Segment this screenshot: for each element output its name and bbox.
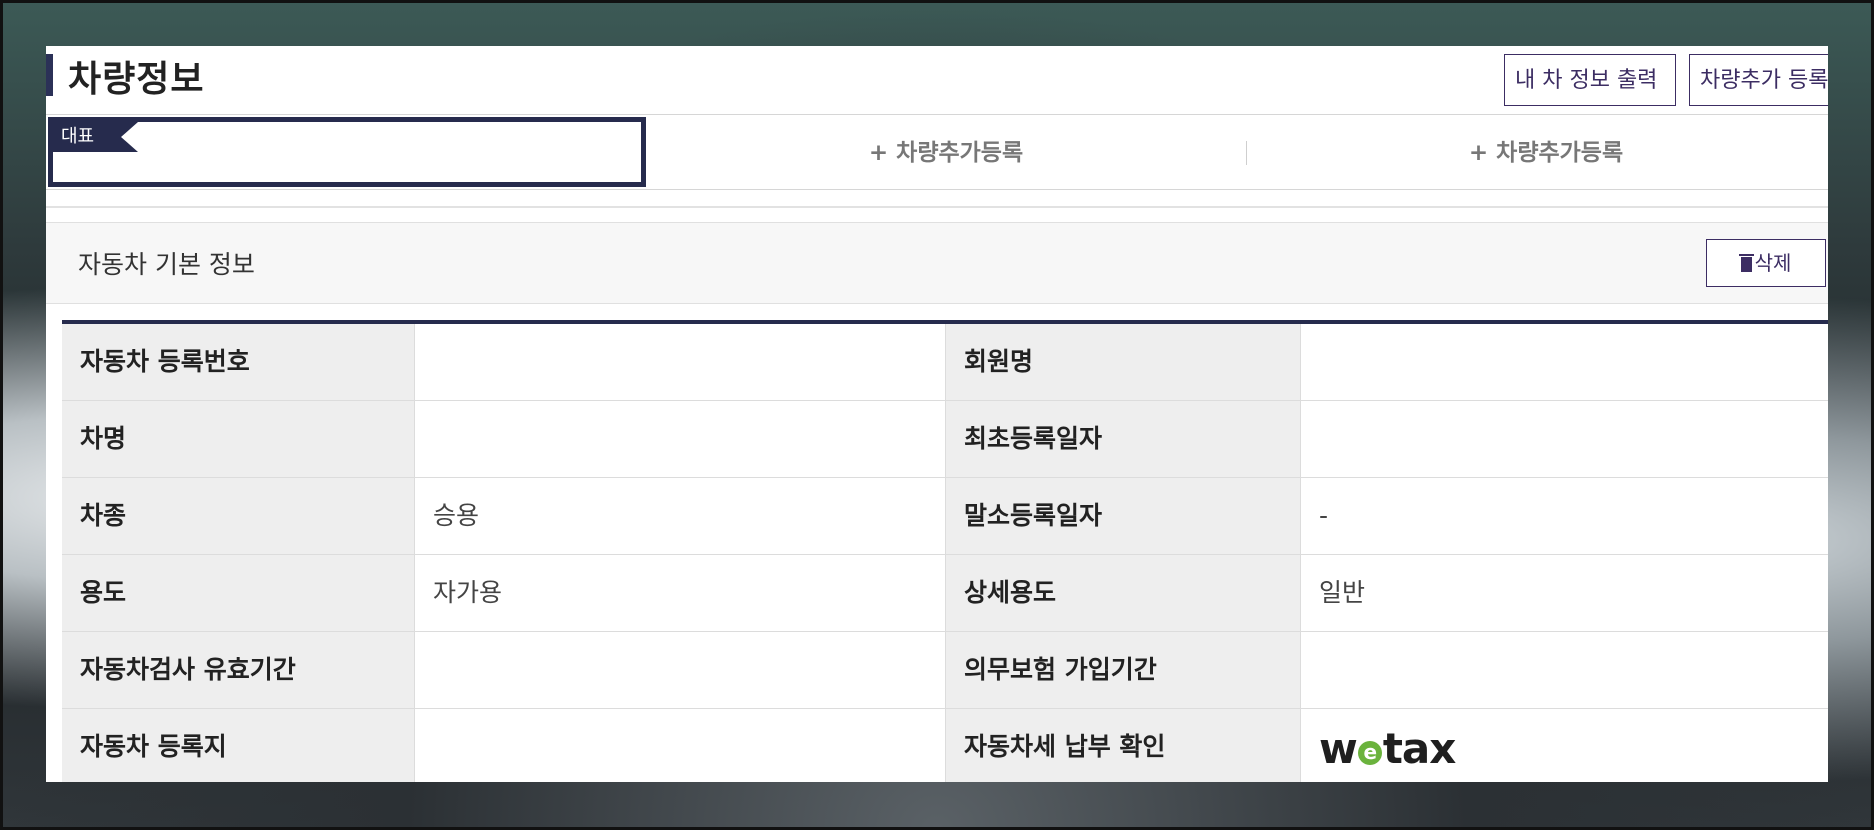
value-detailed-usage: 일반: [1300, 555, 1828, 631]
label-car-tax-payment: 자동차세 납부 확인: [946, 709, 1300, 782]
label-registration-place: 자동차 등록지: [62, 709, 414, 782]
label-registration-number: 자동차 등록번호: [62, 324, 414, 400]
value-registration-place: [414, 709, 946, 782]
value-registration-number: [414, 324, 946, 400]
vehicle-tabs: 대표 + 차량추가등록 + 차량추가등록: [46, 114, 1828, 190]
title-accent-bar: [46, 54, 53, 96]
table-row: 자동차 등록번호 회원명: [62, 324, 1828, 401]
divider: [46, 206, 1828, 208]
tab-add-vehicle-2[interactable]: + 차량추가등록: [1246, 115, 1828, 191]
section-title: 자동차 기본 정보: [78, 250, 255, 279]
value-car-type: 승용: [414, 478, 946, 554]
representative-badge: 대표: [53, 122, 138, 152]
delete-button[interactable]: 삭제: [1706, 239, 1826, 287]
label-inspection-validity: 자동차검사 유효기간: [62, 632, 414, 708]
delete-label: 삭제: [1754, 251, 1792, 275]
label-insurance-period: 의무보험 가입기간: [946, 632, 1300, 708]
value-usage: 자가용: [414, 555, 946, 631]
table-row: 자동차검사 유효기간 의무보험 가입기간: [62, 632, 1828, 709]
label-car-type: 차종: [62, 478, 414, 554]
page-title: 차량정보: [68, 59, 205, 100]
add-vehicle-button[interactable]: 차량추가 등록: [1689, 54, 1828, 106]
value-member-name: [1300, 324, 1828, 400]
vehicle-info-table: 자동차 등록번호 회원명 차명 최초등록일자 차종 승용 말소등록일자 - 용도…: [62, 320, 1828, 782]
label-first-registration-date: 최초등록일자: [946, 401, 1300, 477]
section-header: 자동차 기본 정보 삭제: [46, 222, 1828, 304]
value-car-name: [414, 401, 946, 477]
wetax-logo-link[interactable]: w e tax: [1300, 709, 1828, 782]
table-row: 자동차 등록지 자동차세 납부 확인 w e tax: [62, 709, 1828, 782]
tab-representative-vehicle[interactable]: 대표: [48, 117, 646, 187]
label-usage: 용도: [62, 555, 414, 631]
table-row: 차명 최초등록일자: [62, 401, 1828, 478]
value-inspection-validity: [414, 632, 946, 708]
label-detailed-usage: 상세용도: [946, 555, 1300, 631]
label-car-name: 차명: [62, 401, 414, 477]
label-deregistration-date: 말소등록일자: [946, 478, 1300, 554]
vehicle-info-panel: 차량정보 내 차 정보 출력 차량추가 등록 대표 + 차량추가등록 + 차량추…: [46, 46, 1828, 782]
print-my-car-info-button[interactable]: 내 차 정보 출력: [1504, 54, 1676, 106]
table-row: 용도 자가용 상세용도 일반: [62, 555, 1828, 632]
value-deregistration-date: -: [1300, 478, 1828, 554]
trash-icon: [1738, 254, 1754, 272]
title-bar: 차량정보 내 차 정보 출력 차량추가 등록: [46, 46, 1828, 114]
tab-add-vehicle-1[interactable]: + 차량추가등록: [646, 115, 1246, 191]
wetax-logo: w e tax: [1319, 724, 1456, 773]
value-insurance-period: [1300, 632, 1828, 708]
table-row: 차종 승용 말소등록일자 -: [62, 478, 1828, 555]
label-member-name: 회원명: [946, 324, 1300, 400]
value-first-registration-date: [1300, 401, 1828, 477]
